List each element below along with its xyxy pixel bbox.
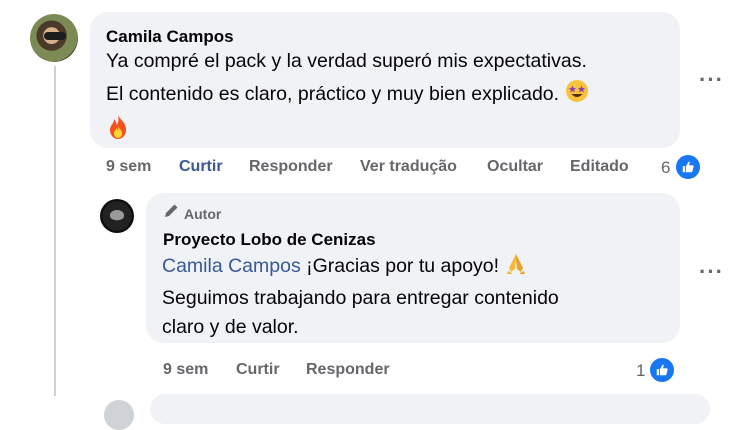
reply-text-line3: claro y de valor. [162,316,299,338]
thread-line [54,66,56,396]
star-struck-emoji [565,79,589,114]
reply-more-options-icon[interactable]: ··· [699,261,724,283]
reply-reaction-count[interactable]: 1 [636,361,645,381]
comment-edited-label: Editado [570,158,629,175]
reply-mention-link[interactable]: Camila Campos [162,255,301,277]
author-badge-label: Autor [184,205,222,222]
comment-text-line2-wrap: El contenido es claro, práctico y muy bi… [106,78,589,114]
comment-text-line2: El contenido es claro, práctico y muy bi… [106,83,560,105]
avatar-glasses [44,32,66,40]
avatar-proyecto[interactable] [100,199,134,233]
reply-text-line1: Camila Campos ¡Gracias por tu apoyo! [162,250,528,286]
comment-reply-button[interactable]: Responder [249,158,333,176]
reply-text-line1-rest: ¡Gracias por tu apoyo! [300,255,500,277]
reply-like-button[interactable]: Curtir [236,361,280,379]
fire-emoji [106,114,130,145]
comment-time[interactable]: 9 sem [106,158,151,176]
reply-thumbs-up-icon[interactable] [648,356,676,384]
thumbs-up-icon[interactable] [674,153,702,181]
comment-author-name[interactable]: Camila Campos [106,27,234,47]
comment-translate-button[interactable]: Ver tradução [360,158,457,176]
comment-like-button[interactable]: Curtir [179,158,223,176]
comment-text-line1: Ya compré el pack y la verdad superó mis… [106,50,587,72]
next-avatar[interactable] [104,400,134,430]
reply-reply-button[interactable]: Responder [306,361,390,379]
comment-hide-button[interactable]: Ocultar [487,158,543,176]
more-options-icon[interactable]: ··· [699,69,724,91]
avatar-camila[interactable] [30,14,78,62]
comment-reaction-count[interactable]: 6 [661,158,670,178]
next-bubble [150,394,710,424]
avatar-emblem [110,210,124,220]
reply-time[interactable]: 9 sem [163,361,208,379]
folded-hands-emoji [504,251,528,286]
reply-author-name[interactable]: Proyecto Lobo de Cenizas [163,230,376,250]
author-pen-icon [163,203,179,224]
author-badge: Autor [163,203,221,224]
